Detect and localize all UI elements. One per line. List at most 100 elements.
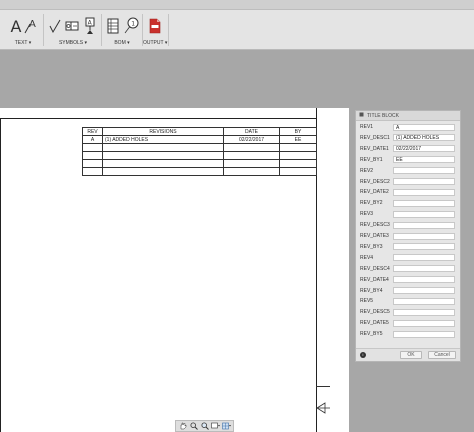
text-icon[interactable]: A: [10, 15, 22, 37]
collapse-icon[interactable]: [359, 112, 364, 119]
table-row: [82, 159, 317, 168]
zoom-window-icon[interactable]: [200, 422, 209, 431]
dialog-header[interactable]: TITLE BLOCK: [356, 111, 460, 121]
field-input[interactable]: A: [393, 123, 455, 131]
revision-desc-cell: [102, 167, 224, 176]
table-row: A (1) ADDED HOLES 02/22/2017 EE: [82, 135, 317, 144]
field-row: REV2: [360, 167, 458, 175]
field-label: REV_DESC5: [360, 309, 390, 316]
drawing-border-top: [0, 118, 316, 119]
field-input[interactable]: [393, 265, 455, 273]
field-row: REV_BY4: [360, 287, 458, 295]
dialog-title: TITLE BLOCK: [367, 112, 399, 119]
feature-control-frame-icon[interactable]: [65, 15, 79, 37]
field-input[interactable]: (1) ADDED HOLES: [393, 134, 455, 142]
ribbon-separator: [43, 14, 44, 46]
field-input[interactable]: [393, 232, 455, 240]
field-row: REV_BY3: [360, 243, 458, 251]
field-input[interactable]: [393, 188, 455, 196]
field-row: REV_DATE2: [360, 188, 458, 196]
rev-cell: A: [82, 135, 103, 144]
field-label: REV_DATE2: [360, 189, 389, 196]
leader-text-icon[interactable]: A: [24, 15, 38, 37]
field-label: REV_BY4: [360, 287, 383, 294]
field-row: REV5: [360, 297, 458, 305]
field-label: REV_DATE1: [360, 145, 389, 152]
zoom-icon[interactable]: [189, 422, 198, 431]
field-row: REV1 A: [360, 123, 458, 131]
svg-text:1: 1: [131, 20, 135, 27]
navigation-bar: [175, 420, 234, 432]
field-label: REV_DESC4: [360, 265, 390, 272]
rev-cell: [82, 143, 103, 152]
text-group-label[interactable]: TEXT ▾: [8, 40, 38, 46]
field-label: REV3: [360, 211, 374, 218]
window-title-bar: [0, 0, 474, 10]
field-row: REV_DATE1 02/22/2017: [360, 145, 458, 153]
bom-group-label[interactable]: BOM ▾: [104, 40, 140, 46]
field-label: REV_BY2: [360, 200, 383, 207]
revision-desc-cell: (1) ADDED HOLES: [102, 135, 224, 144]
field-label: REV_DATE4: [360, 276, 389, 283]
cancel-button[interactable]: Cancel: [428, 351, 456, 359]
revision-desc-cell: [102, 151, 224, 160]
revision-table[interactable]: REV REVISIONS DATE BY A (1) ADDED HOLES …: [82, 127, 317, 176]
field-row: REV4: [360, 254, 458, 262]
by-cell: [279, 151, 317, 160]
field-input[interactable]: [393, 330, 455, 338]
field-input[interactable]: EE: [393, 156, 455, 164]
field-input[interactable]: [393, 254, 455, 262]
ribbon-separator: [168, 14, 169, 46]
drawing-zone-tick: [316, 386, 330, 387]
field-label: REV_DESC2: [360, 178, 390, 185]
field-label: REV_DATE5: [360, 320, 389, 327]
field-input[interactable]: [393, 221, 455, 229]
revision-desc-cell: [102, 159, 224, 168]
field-input[interactable]: [393, 199, 455, 207]
balloon-icon[interactable]: 1: [123, 15, 139, 37]
field-row: REV3: [360, 210, 458, 218]
field-input[interactable]: [393, 210, 455, 218]
field-input[interactable]: [393, 319, 455, 327]
pdf-icon[interactable]: [149, 15, 161, 37]
rev-cell: [82, 159, 103, 168]
table-row: [82, 151, 317, 160]
grid-settings-icon[interactable]: [222, 422, 231, 431]
ok-button[interactable]: OK: [400, 351, 422, 359]
field-input[interactable]: 02/22/2017: [393, 145, 455, 153]
field-input[interactable]: [393, 308, 455, 316]
symbols-group-label[interactable]: SYMBOLS ▾: [47, 40, 99, 46]
field-input[interactable]: [393, 297, 455, 305]
info-icon[interactable]: i: [360, 352, 366, 358]
date-cell: 02/22/2017: [223, 135, 280, 144]
field-label: REV_BY3: [360, 243, 383, 250]
field-input[interactable]: [393, 178, 455, 185]
field-row: REV_DESC4: [360, 265, 458, 273]
field-row: REV_DESC1 (1) ADDED HOLES: [360, 134, 458, 142]
field-label: REV_DESC1: [360, 134, 390, 141]
revisions-header: REVISIONS: [102, 127, 224, 136]
field-row: REV_DATE5: [360, 319, 458, 327]
field-input[interactable]: [393, 287, 455, 294]
field-label: REV2: [360, 167, 374, 174]
field-input[interactable]: [393, 276, 455, 284]
field-input[interactable]: [393, 167, 455, 175]
field-input[interactable]: [393, 243, 455, 251]
rev-cell: [82, 167, 103, 176]
pan-icon[interactable]: [178, 422, 187, 431]
field-row: REV_BY2: [360, 199, 458, 207]
datum-identifier-icon[interactable]: A: [83, 15, 97, 37]
field-label: REV1: [360, 124, 374, 130]
surface-texture-icon[interactable]: [49, 15, 61, 37]
field-label: REV_BY1: [360, 156, 383, 163]
display-settings-icon[interactable]: [211, 422, 220, 431]
drawing-border-left: [0, 119, 1, 432]
field-label: REV5: [360, 298, 374, 305]
field-row: REV_BY5: [360, 330, 458, 338]
date-cell: [223, 159, 280, 168]
table-row: [82, 167, 317, 176]
date-header: DATE: [223, 127, 280, 136]
output-group-label[interactable]: OUTPUT ▾: [143, 40, 167, 46]
table-icon[interactable]: [106, 15, 120, 37]
by-cell: EE: [279, 135, 317, 144]
